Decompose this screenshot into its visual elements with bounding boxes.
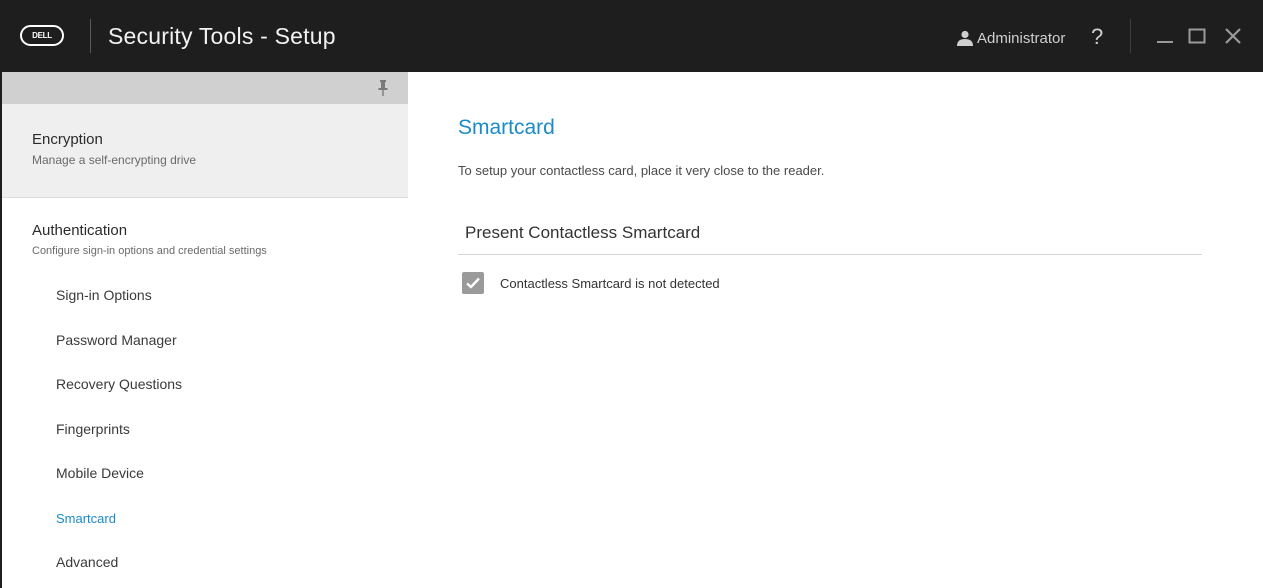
- check-icon: [462, 272, 484, 294]
- user-name: Administrator: [977, 29, 1066, 47]
- user-account[interactable]: Administrator: [956, 28, 1065, 48]
- logo-text: DELL: [32, 31, 52, 40]
- maximize-icon[interactable]: [1187, 26, 1207, 46]
- sidebar-header: [2, 72, 408, 104]
- main-content: Smartcard To setup your contactless card…: [408, 72, 1263, 588]
- page-title: Smartcard: [458, 116, 555, 139]
- nav-section-description: Configure sign-in options and credential…: [32, 245, 267, 257]
- sidebar-item-fingerprints[interactable]: Fingerprints: [56, 421, 130, 437]
- sidebar-item-sign-in-options[interactable]: Sign-in Options: [56, 287, 152, 303]
- app-window: DELL Security Tools - Setup Administrato…: [0, 0, 1263, 588]
- nav-section-authentication: Authentication Configure sign-in options…: [2, 198, 408, 588]
- user-icon: [957, 30, 973, 46]
- status-text: Contactless Smartcard is not detected: [500, 275, 720, 291]
- controls-divider: [1130, 19, 1131, 53]
- minimize-icon[interactable]: [1155, 26, 1175, 46]
- close-icon[interactable]: [1223, 26, 1243, 46]
- sidebar-item-recovery-questions[interactable]: Recovery Questions: [56, 376, 182, 392]
- section-title: Present Contactless Smartcard: [465, 223, 701, 242]
- nav-section-title[interactable]: Authentication: [32, 222, 127, 239]
- title-bar: DELL Security Tools - Setup Administrato…: [2, 0, 1263, 72]
- nav-section-encryption[interactable]: Encryption Manage a self-encrypting driv…: [2, 104, 408, 198]
- sidebar-item-mobile-device[interactable]: Mobile Device: [56, 465, 144, 481]
- help-icon[interactable]: ?: [1091, 24, 1103, 50]
- nav-section-description: Manage a self-encrypting drive: [32, 153, 197, 167]
- title-divider: [90, 19, 91, 53]
- sidebar: Encryption Manage a self-encrypting driv…: [2, 72, 408, 588]
- sidebar-item-smartcard[interactable]: Smartcard: [56, 511, 116, 526]
- pin-icon[interactable]: [377, 80, 389, 96]
- instructions-text: To setup your contactless card, place it…: [458, 163, 825, 178]
- section-divider: [458, 254, 1202, 255]
- app-title: Security Tools - Setup: [108, 23, 336, 49]
- sidebar-item-password-manager[interactable]: Password Manager: [56, 332, 177, 348]
- nav-section-title: Encryption: [32, 131, 103, 148]
- smartcard-status: Contactless Smartcard is not detected: [462, 272, 720, 294]
- dell-logo: DELL: [20, 25, 64, 46]
- sidebar-item-advanced[interactable]: Advanced: [56, 554, 118, 570]
